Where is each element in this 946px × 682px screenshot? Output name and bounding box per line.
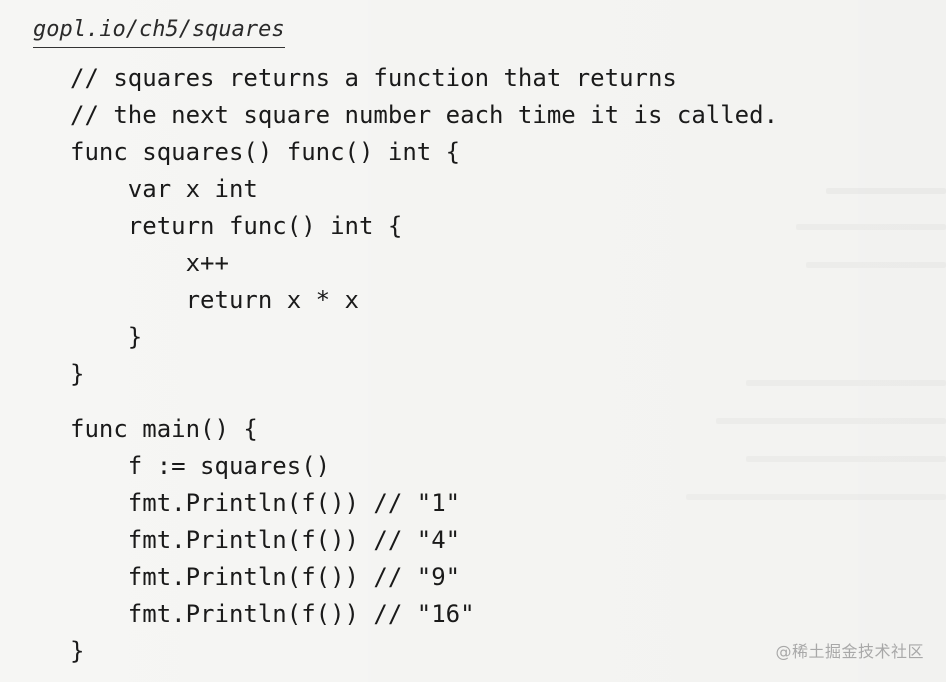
- source-path-label: gopl.io/ch5/squares: [33, 16, 285, 48]
- code-listing: // squares returns a function that retur…: [70, 60, 778, 670]
- bleed-through-mark: [826, 188, 946, 194]
- code-line: }: [70, 360, 85, 388]
- code-line: }: [70, 323, 143, 351]
- code-line: fmt.Println(f()) // "16": [70, 600, 475, 628]
- code-line: }: [70, 637, 85, 665]
- book-page: gopl.io/ch5/squares // squares returns a…: [0, 0, 946, 682]
- code-line: fmt.Println(f()) // "4": [70, 526, 461, 554]
- bleed-through-mark: [746, 380, 946, 386]
- code-line: f := squares(): [70, 452, 331, 480]
- code-line: fmt.Println(f()) // "9": [70, 563, 461, 591]
- code-line: return func() int {: [70, 212, 403, 240]
- bleed-through-mark: [746, 456, 946, 462]
- code-line: x++: [70, 249, 229, 277]
- bleed-through-mark: [796, 224, 946, 230]
- code-line: var x int: [70, 175, 258, 203]
- bleed-through-mark: [716, 418, 946, 424]
- bleed-through-mark: [686, 494, 946, 500]
- watermark-text: @稀土掘金技术社区: [775, 642, 924, 661]
- code-line: // squares returns a function that retur…: [70, 64, 677, 92]
- code-line: // the next square number each time it i…: [70, 101, 779, 129]
- code-line: fmt.Println(f()) // "1": [70, 489, 461, 517]
- code-line: func main() {: [70, 415, 258, 443]
- code-line: func squares() func() int {: [70, 138, 461, 166]
- bleed-through-mark: [806, 262, 946, 268]
- code-line: return x * x: [70, 286, 359, 314]
